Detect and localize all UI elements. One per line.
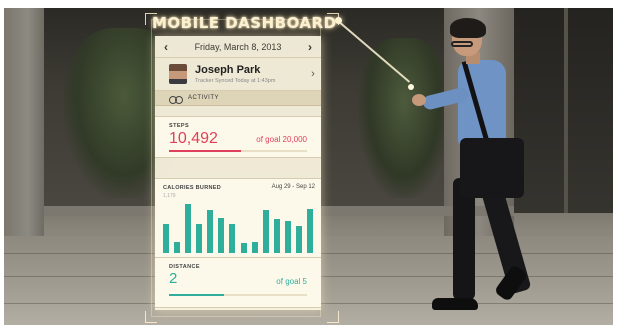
calorie-bar: [240, 242, 247, 253]
calorie-bar: [163, 224, 169, 253]
distance-value: 2: [169, 270, 178, 287]
user-name: Joseph Park: [195, 64, 261, 76]
distance-progress-fill: [169, 294, 225, 296]
steps-value: 10,492: [169, 130, 218, 147]
calorie-bar: [295, 225, 302, 253]
calories-date-range: Aug 29 - Sep 12: [271, 184, 315, 190]
hud-title: MOBILE DASHBOARD: [152, 14, 337, 32]
steps-label: STEPS: [169, 123, 190, 129]
steps-goal: of goal 20,000: [256, 135, 307, 144]
chevron-left-icon[interactable]: ‹: [155, 36, 177, 58]
calorie-bar: [284, 220, 291, 253]
steps-card[interactable]: STEPS 10,492 of goal 20,000: [155, 116, 321, 158]
messenger-bag: [460, 138, 524, 198]
steps-progress-fill: [169, 150, 241, 152]
date-navigator: ‹ Friday, March 8, 2013 ›: [155, 36, 321, 58]
calories-bar-chart: [163, 201, 313, 253]
calories-card[interactable]: CALORIES BURNED Aug 29 - Sep 12 1,179: [155, 178, 321, 258]
user-profile-row[interactable]: Joseph Park Tracker Synced Today at 1:43…: [155, 58, 321, 91]
glasses: [451, 41, 473, 47]
activity-header[interactable]: ACTIVITY: [155, 91, 321, 106]
dashboard-panel: ‹ Friday, March 8, 2013 › Joseph Park Tr…: [155, 36, 321, 310]
hair: [450, 18, 486, 38]
calories-label: CALORIES BURNED: [163, 185, 221, 191]
activity-label: ACTIVITY: [188, 95, 220, 101]
distance-progress-track: [169, 294, 307, 296]
corner-bracket: [327, 311, 339, 323]
corner-bracket: [145, 311, 157, 323]
avatar: [169, 64, 187, 84]
chevron-right-icon: ›: [311, 68, 315, 80]
current-date: Friday, March 8, 2013: [194, 41, 282, 52]
callout-dot: [408, 84, 414, 90]
distance-card[interactable]: DISTANCE 2 of goal 5: [155, 258, 321, 308]
calorie-bar: [229, 224, 236, 253]
calorie-bar: [251, 241, 258, 253]
calorie-bar: [307, 208, 313, 253]
calorie-bar: [207, 210, 214, 253]
distance-goal: of goal 5: [276, 277, 307, 286]
calorie-bar: [218, 217, 225, 253]
calorie-bar: [196, 224, 203, 253]
calorie-bar: [174, 241, 181, 253]
calorie-bar: [273, 219, 280, 253]
chevron-right-icon[interactable]: ›: [299, 36, 321, 58]
bike-icon: [169, 94, 183, 104]
sync-status: Tracker Synced Today at 1:43pm: [195, 78, 276, 84]
calorie-bar: [262, 210, 269, 253]
calorie-bar: [185, 203, 192, 253]
hand: [412, 94, 426, 106]
shoe: [432, 298, 478, 310]
calories-max-label: 1,179: [163, 193, 176, 199]
steps-progress-track: [169, 150, 307, 152]
